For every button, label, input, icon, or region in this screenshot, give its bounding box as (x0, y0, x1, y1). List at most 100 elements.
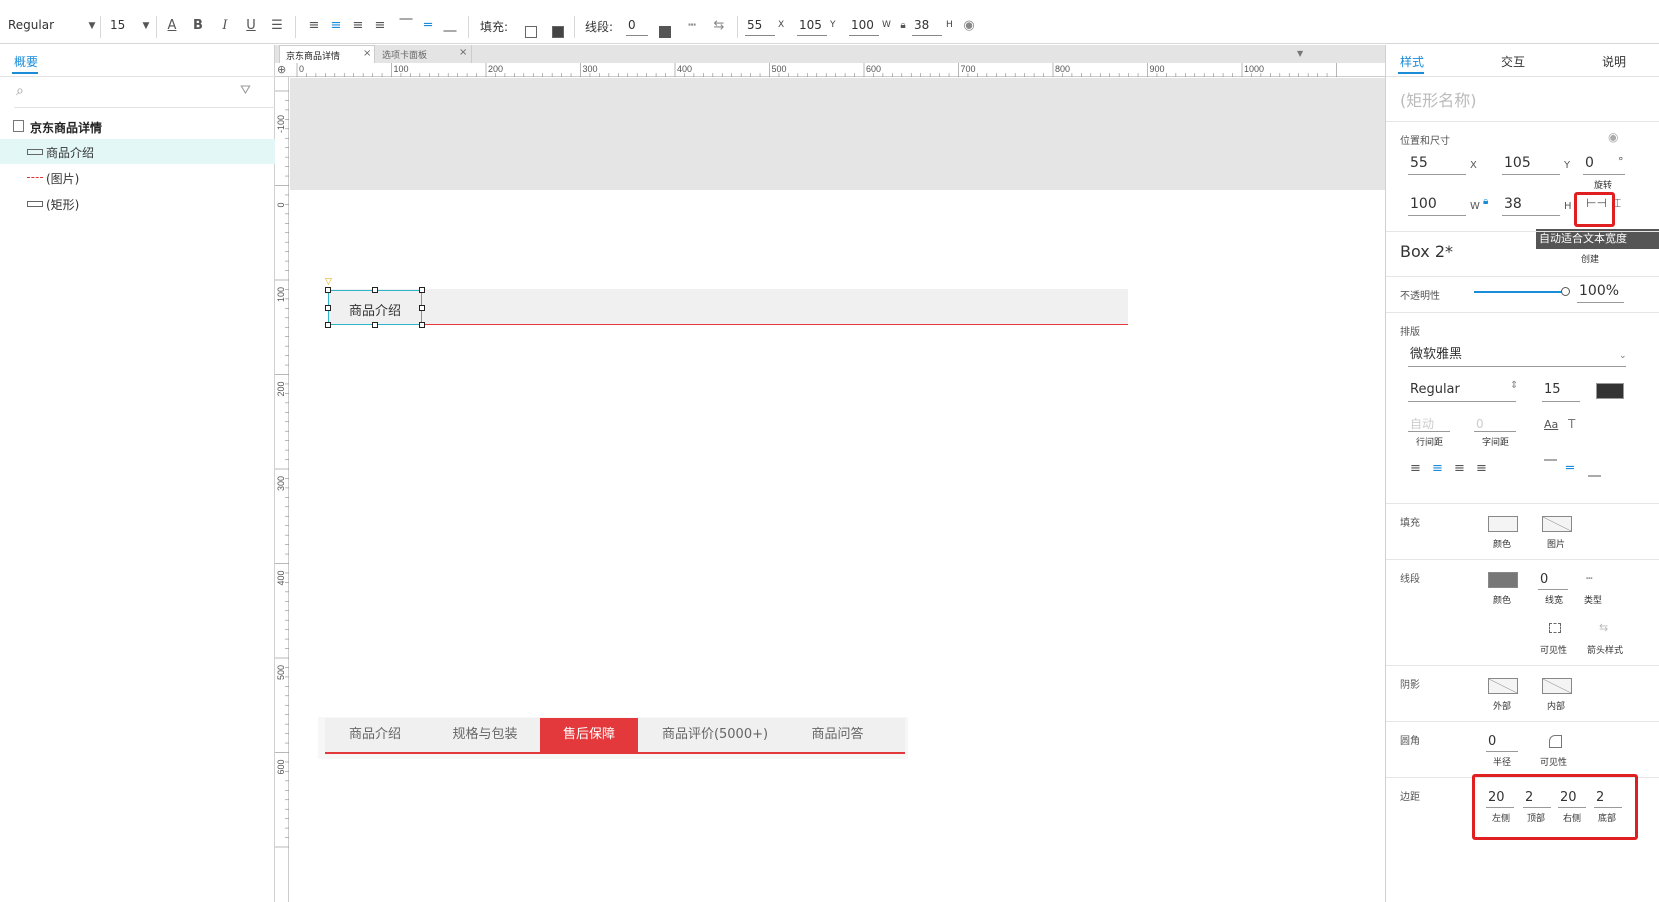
chevron-updown-icon[interactable]: ⇕ (1510, 380, 1518, 391)
x-field[interactable]: 55 (1408, 153, 1466, 175)
rotate-handle-icon[interactable]: ▽ (325, 277, 332, 287)
resize-handle[interactable] (325, 287, 331, 293)
font-style-select[interactable]: Regular (1408, 380, 1516, 402)
stroke-color-swatch[interactable] (1488, 572, 1518, 588)
fill-image-swatch[interactable] (1542, 516, 1572, 532)
text-case-icon[interactable]: Aa (1544, 418, 1558, 431)
outer-shadow-icon[interactable] (1488, 678, 1518, 694)
fill-color-swatch[interactable] (1488, 516, 1518, 532)
chevron-down-icon[interactable]: ▼ (138, 18, 154, 34)
document-tab[interactable]: 选项卡面板 × (376, 45, 472, 63)
chevron-down-icon[interactable]: ⌄ (1619, 351, 1627, 361)
underline-icon[interactable]: U (243, 18, 259, 34)
fit-height-icon[interactable]: ⌶ (1614, 196, 1621, 211)
align-justify-icon[interactable]: ≡ (1476, 461, 1487, 476)
align-right-icon[interactable]: ≡ (350, 18, 366, 34)
arrow-style-icon[interactable]: ⇆ (711, 18, 727, 34)
opacity-field[interactable]: 100% (1577, 281, 1624, 303)
h-field[interactable]: 38 (912, 16, 942, 36)
italic-icon[interactable]: I (217, 18, 233, 34)
lock-icon[interactable]: 🔒︎ (1483, 196, 1488, 207)
resize-handle[interactable] (419, 305, 425, 311)
resize-handle[interactable] (419, 322, 425, 328)
selected-rectangle[interactable]: 商品介绍 (328, 290, 422, 325)
valign-top-icon[interactable]: ⎺ (1544, 459, 1557, 474)
y-field[interactable]: 105 (1502, 153, 1560, 175)
opacity-slider-knob[interactable] (1561, 287, 1570, 296)
product-tab[interactable]: 商品问答 (790, 718, 885, 752)
eye-icon[interactable]: ◉ (1608, 130, 1618, 144)
tree-item[interactable]: (矩形) (0, 191, 275, 216)
align-justify-icon[interactable]: ≡ (372, 18, 388, 34)
close-icon[interactable]: × (459, 47, 467, 58)
ruler-label: 200 (276, 381, 286, 396)
text-format-icon[interactable]: T (1568, 417, 1575, 431)
stroke-pattern-icon[interactable]: ┅ (1586, 572, 1593, 585)
lock-icon[interactable]: 🔒︎ (895, 18, 911, 34)
corner-visibility-icon[interactable] (1549, 735, 1562, 748)
bold-icon[interactable]: B (190, 18, 206, 34)
valign-middle-icon[interactable]: ═ (1566, 461, 1574, 476)
resize-handle[interactable] (419, 287, 425, 293)
chevron-down-icon[interactable]: ▼ (84, 18, 100, 34)
product-tab-active[interactable]: 售后保障 (540, 718, 638, 754)
h-field[interactable]: 38 (1502, 194, 1560, 216)
stroke-width-field[interactable]: 0 (1538, 570, 1568, 590)
align-left-icon[interactable]: ≡ (1410, 461, 1421, 476)
y-field[interactable]: 105 (797, 16, 827, 36)
font-family-select[interactable]: 微软雅黑 (1408, 345, 1626, 367)
chevron-down-icon[interactable]: ▼ (1297, 49, 1303, 58)
font-color-icon[interactable]: A (164, 18, 180, 34)
resize-handle[interactable] (325, 305, 331, 311)
font-size-field[interactable]: 15 (1542, 380, 1580, 402)
valign-bottom-icon[interactable]: ⎽ (1588, 463, 1601, 478)
search-icon[interactable]: ⌕ (16, 83, 24, 99)
font-color-swatch[interactable] (1596, 383, 1624, 399)
font-size-select[interactable]: 15 (110, 18, 125, 32)
outline-tab[interactable]: 概要 (14, 53, 38, 70)
w-field[interactable]: 100 (1408, 194, 1466, 216)
valign-bottom-icon[interactable]: ⎽ (442, 18, 458, 34)
product-tab[interactable]: 商品介绍 (325, 718, 425, 752)
tree-item[interactable]: (图片) (0, 165, 275, 190)
line-spacing-field[interactable]: 自动 (1408, 414, 1450, 432)
resize-handle[interactable] (372, 322, 378, 328)
stroke-color-swatch[interactable] (659, 26, 671, 38)
w-field[interactable]: 100 (849, 16, 879, 36)
inner-shadow-icon[interactable] (1542, 678, 1572, 694)
tab-style[interactable]: 样式 (1400, 53, 1424, 70)
tab-interaction[interactable]: 交互 (1501, 53, 1525, 70)
bullet-list-icon[interactable]: ☰ (269, 18, 285, 34)
font-style-select[interactable]: Regular (8, 18, 54, 32)
product-tab[interactable]: 商品评价(5000+) (645, 718, 785, 752)
stroke-width-field[interactable]: 0 (626, 16, 648, 36)
valign-top-icon[interactable]: ⎺ (398, 18, 414, 34)
close-icon[interactable]: × (363, 48, 371, 59)
x-field[interactable]: 55 (745, 16, 775, 36)
valign-middle-icon[interactable]: ═ (420, 18, 436, 34)
fill-image-swatch[interactable] (552, 26, 564, 38)
align-right-icon[interactable]: ≡ (1454, 461, 1465, 476)
shape-name-input[interactable]: (矩形名称) (1400, 87, 1477, 111)
resize-handle[interactable] (325, 322, 331, 328)
fill-color-swatch[interactable] (525, 26, 537, 38)
stroke-pattern-icon[interactable]: ┅ (684, 18, 700, 34)
corner-radius-field[interactable]: 0 (1486, 732, 1518, 752)
char-spacing-field[interactable]: 0 (1474, 414, 1516, 432)
eye-icon[interactable]: ◉ (961, 18, 977, 34)
stroke-visibility-icon[interactable] (1549, 623, 1561, 633)
align-left-icon[interactable]: ≡ (306, 18, 322, 34)
opacity-slider-track[interactable] (1474, 291, 1566, 293)
tab-notes[interactable]: 说明 (1602, 53, 1626, 70)
align-center-icon[interactable]: ≡ (328, 18, 344, 34)
product-tab[interactable]: 规格与包装 (430, 718, 540, 752)
filter-icon[interactable]: ⛛ (240, 83, 251, 98)
align-center-icon[interactable]: ≡ (1432, 461, 1443, 476)
tree-root[interactable]: 京东商品详情 (0, 117, 275, 137)
resize-handle[interactable] (372, 287, 378, 293)
create-style-link[interactable]: 创建 (1581, 252, 1599, 265)
document-tab-active[interactable]: 京东商品详情 × (279, 45, 375, 63)
tree-item-selected[interactable]: 商品介绍 (0, 139, 275, 164)
arrow-style-icon[interactable]: ⇆ (1599, 621, 1608, 634)
crosshair-icon[interactable]: ⊕ (277, 63, 286, 76)
